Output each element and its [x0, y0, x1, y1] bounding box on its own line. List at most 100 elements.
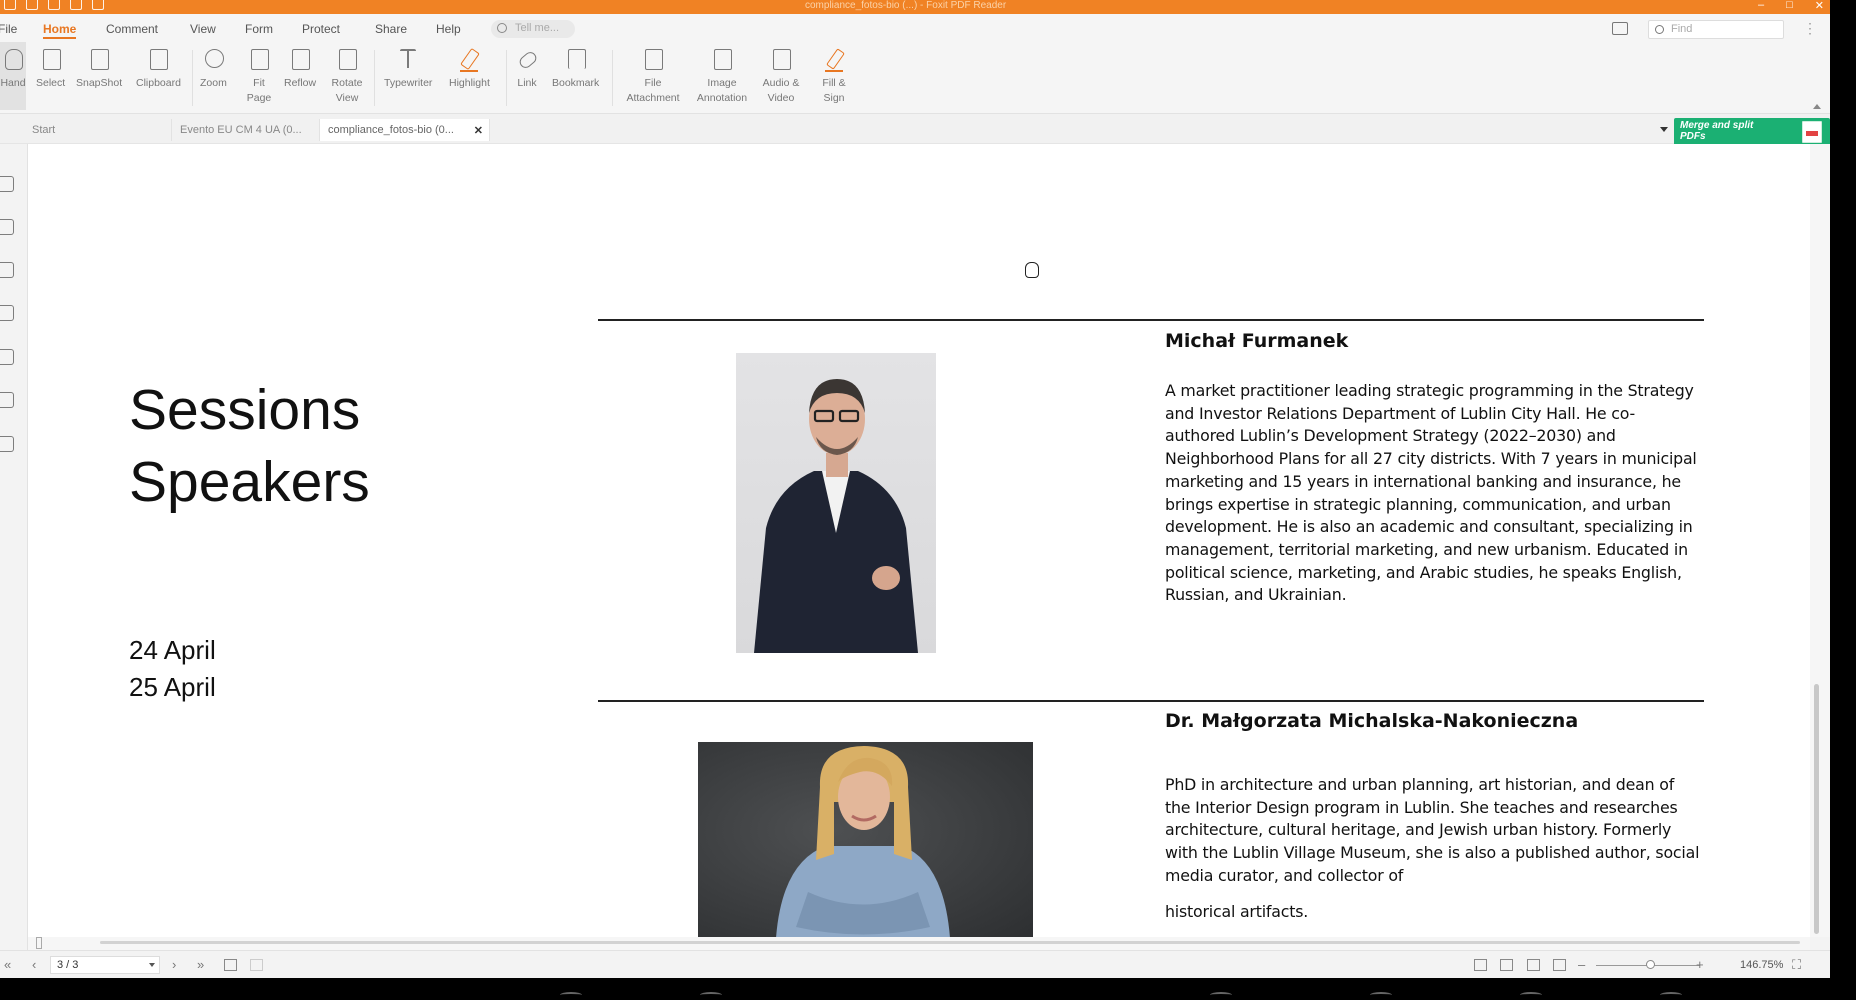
clipboard-icon [147, 48, 169, 70]
zoom-in-icon[interactable]: + [1696, 957, 1704, 972]
reflow-icon [289, 48, 311, 70]
menu-form[interactable]: Form [245, 22, 273, 36]
maximize-icon[interactable]: □ [1786, 0, 1793, 12]
page-split-handle[interactable] [36, 937, 42, 949]
find-input[interactable]: Find [1648, 20, 1784, 39]
fill-sign-icon [823, 48, 845, 72]
link-icon [516, 48, 538, 70]
page-number-field[interactable]: 3 / 3 [50, 956, 160, 974]
view-mode-icon[interactable] [1612, 22, 1628, 35]
undo-icon[interactable] [70, 0, 82, 10]
continuous-view-icon[interactable] [1500, 959, 1513, 971]
redo-icon[interactable] [92, 0, 104, 10]
window-title: compliance_fotos-bio (...) - Foxit PDF R… [805, 0, 1007, 11]
clipboard-button[interactable]: Clipboard [136, 48, 181, 91]
fit-page-label: Fit Page [246, 77, 272, 104]
taskbar-item [1520, 992, 1542, 998]
audio-video-button[interactable]: Audio & Video [758, 48, 804, 106]
fill-sign-button[interactable]: Fill & Sign [816, 48, 852, 106]
scroll-up-icon[interactable] [1813, 104, 1821, 109]
facing-view-icon[interactable] [1527, 959, 1540, 971]
attachments-panel-icon[interactable] [0, 349, 14, 365]
audio-video-label: Audio & Video [762, 77, 800, 104]
bookmark-label: Bookmark [552, 77, 600, 89]
tab-start[interactable]: Start [24, 119, 172, 141]
scroll-thumb[interactable] [1814, 684, 1819, 934]
merge-split-promo-button[interactable]: Merge and split PDFs [1674, 118, 1830, 146]
rotate-view-button[interactable]: Rotate View [328, 48, 366, 106]
bookmark-icon [565, 48, 587, 70]
comments-panel-icon[interactable] [0, 262, 14, 278]
tab-compliance[interactable]: compliance_fotos-bio (0... ✕ [320, 119, 490, 141]
tell-me-placeholder: Tell me... [515, 22, 560, 34]
speaker-divider [598, 319, 1704, 321]
fullscreen-icon[interactable]: ⛶ [1792, 957, 1801, 973]
first-page-icon[interactable]: « [4, 957, 11, 972]
next-page-icon[interactable]: › [172, 957, 176, 972]
fit-page-button[interactable]: Fit Page [246, 48, 272, 106]
typewriter-label: Typewriter [384, 77, 433, 89]
snapshot-button[interactable]: SnapShot [76, 48, 122, 91]
single-page-view-icon[interactable] [1474, 959, 1487, 971]
menu-comment[interactable]: Comment [106, 22, 158, 36]
vertical-scrollbar[interactable] [1810, 104, 1830, 937]
menu-file[interactable]: File [0, 22, 17, 36]
bookmark-button[interactable]: Bookmark [552, 48, 599, 91]
hand-label: Hand [0, 77, 26, 89]
last-page-icon[interactable]: » [197, 957, 204, 972]
paste-page-icon[interactable] [250, 959, 263, 971]
link-label: Link [517, 77, 537, 89]
highlight-button[interactable]: Highlight [449, 48, 490, 91]
promo-text: Merge and split PDFs [1680, 120, 1754, 142]
copy-page-icon[interactable] [224, 959, 237, 971]
reflow-label: Reflow [284, 77, 317, 89]
security-panel-icon[interactable] [0, 392, 14, 408]
tell-me-search[interactable]: Tell me... [491, 20, 575, 38]
menu-view[interactable]: View [190, 22, 216, 36]
menu-help[interactable]: Help [436, 22, 461, 36]
save-icon[interactable] [26, 0, 38, 10]
signature-panel-icon[interactable] [0, 436, 14, 452]
window-controls: – □ ✕ [1758, 0, 1824, 12]
zoom-level[interactable]: 146.75% [1740, 959, 1783, 971]
close-tab-icon[interactable]: ✕ [474, 124, 483, 137]
taskbar-item [1370, 992, 1392, 998]
highlight-icon [458, 48, 480, 72]
zoom-button[interactable]: Zoom [200, 48, 227, 91]
highlight-label: Highlight [449, 77, 490, 89]
tab-list-dropdown-icon[interactable] [1660, 127, 1668, 132]
typewriter-icon [397, 48, 419, 70]
scroll-thumb[interactable] [100, 941, 1800, 944]
image-annotation-button[interactable]: Image Annotation [692, 48, 752, 106]
tab-evento[interactable]: Evento EU CM 4 UA (0... [172, 119, 320, 141]
select-tool-button[interactable]: Select [36, 48, 65, 91]
zoom-slider-knob[interactable] [1646, 960, 1655, 969]
status-bar: « ‹ 3 / 3 › » – + 146.75% ⛶ [0, 950, 1830, 978]
document-viewer[interactable]: Sessions Speakers 24 April 25 April Mich… [28, 144, 1810, 937]
hand-tool-button[interactable]: Hand [0, 42, 26, 110]
reflow-button[interactable]: Reflow [284, 48, 316, 91]
speaker-photo-woman [776, 746, 950, 937]
close-window-icon[interactable]: ✕ [1815, 0, 1824, 12]
minimize-icon[interactable]: – [1758, 0, 1764, 12]
continuous-facing-view-icon[interactable] [1553, 959, 1566, 971]
menu-protect[interactable]: Protect [302, 22, 340, 36]
previous-page-icon[interactable]: ‹ [32, 957, 36, 972]
open-icon[interactable] [4, 0, 16, 10]
horizontal-scrollbar[interactable] [28, 937, 1810, 950]
page-thumbnails-icon[interactable] [0, 219, 14, 235]
link-button[interactable]: Link [516, 48, 538, 91]
zoom-out-icon[interactable]: – [1578, 957, 1585, 972]
typewriter-button[interactable]: Typewriter [384, 48, 432, 91]
tab-label: Start [32, 124, 56, 136]
layers-panel-icon[interactable] [0, 305, 14, 321]
print-icon[interactable] [48, 0, 60, 10]
more-options-icon[interactable]: ⋮ [1803, 20, 1817, 37]
menu-bar: File Home Comment View Form Protect Shar… [0, 14, 1830, 42]
navigation-panel [0, 144, 33, 950]
menu-home[interactable]: Home [43, 22, 77, 39]
bookmarks-panel-icon[interactable] [0, 176, 14, 192]
zoom-slider[interactable] [1596, 960, 1700, 969]
file-attachment-button[interactable]: File Attachment [620, 48, 686, 106]
menu-share[interactable]: Share [375, 22, 407, 36]
